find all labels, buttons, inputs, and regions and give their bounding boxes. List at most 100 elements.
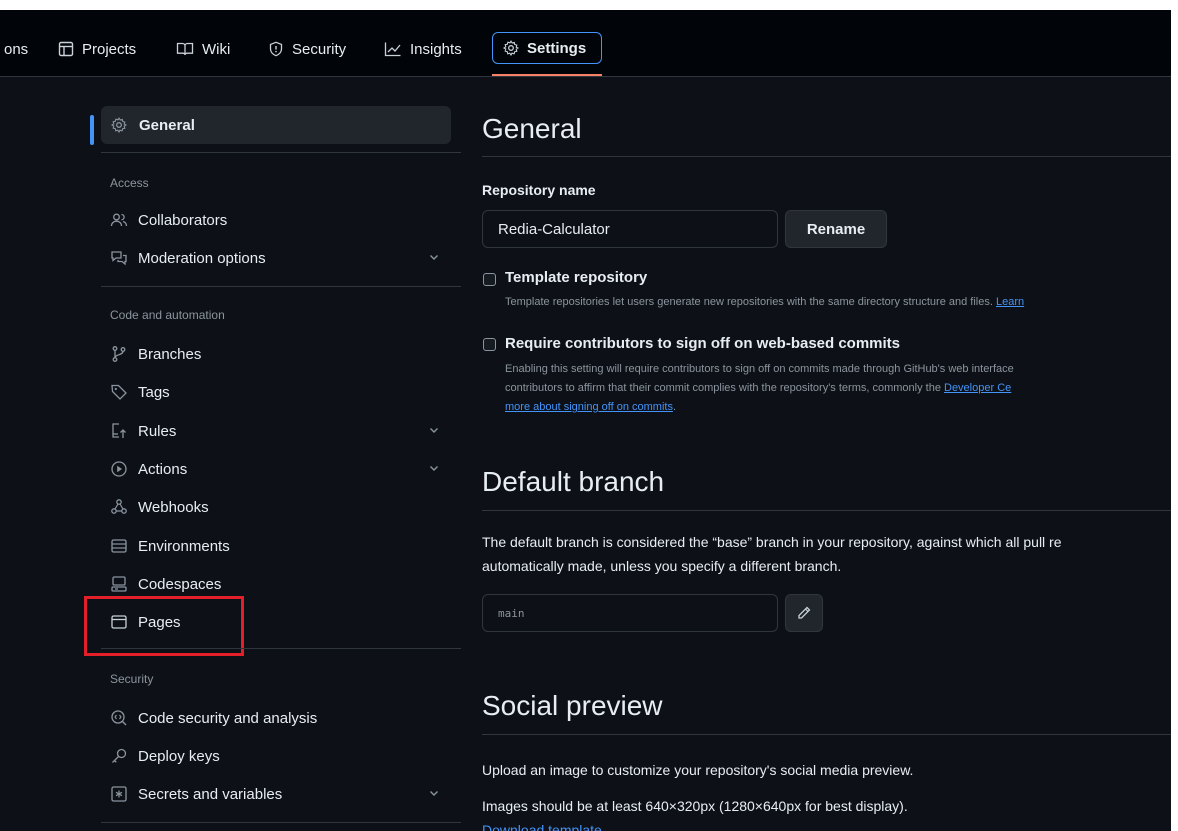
sidebar-item-deploy-keys[interactable]: Deploy keys bbox=[110, 744, 450, 768]
social-preview-size-hint: Images should be at least 640×320px (128… bbox=[482, 798, 908, 814]
tab-insights[interactable]: Insights bbox=[384, 34, 462, 64]
tab-projects[interactable]: Projects bbox=[58, 34, 136, 64]
sidebar-item-branches[interactable]: Branches bbox=[110, 342, 450, 366]
webhook-icon bbox=[111, 499, 127, 514]
signoff-checkbox[interactable] bbox=[483, 338, 496, 351]
sidebar-divider bbox=[101, 286, 461, 287]
signoff-title: Require contributors to sign off on web-… bbox=[505, 335, 901, 352]
tab-settings[interactable]: Settings bbox=[492, 32, 602, 64]
sidebar-item-secrets[interactable]: Secrets and variables bbox=[110, 782, 450, 806]
sidebar-item-label: Environments bbox=[138, 537, 230, 555]
play-icon bbox=[111, 461, 127, 477]
sidebar-item-label: Branches bbox=[138, 345, 202, 363]
table-icon bbox=[58, 41, 74, 57]
chevron-down-icon bbox=[430, 255, 438, 260]
repo-push-icon bbox=[112, 423, 126, 438]
tab-actions-partial[interactable]: ons bbox=[4, 34, 28, 64]
social-preview-title: Social preview bbox=[482, 690, 663, 721]
edit-branch-button[interactable] bbox=[785, 594, 823, 632]
codescan-icon bbox=[111, 710, 127, 726]
comment-discussion-icon bbox=[111, 251, 127, 266]
template-repo-checkbox[interactable] bbox=[483, 273, 496, 286]
repo-name-input[interactable]: Redia-Calculator bbox=[482, 210, 778, 248]
gear-icon bbox=[111, 117, 127, 133]
sidebar-item-code-security[interactable]: Code security and analysis bbox=[110, 706, 450, 730]
sidebar-item-label: Code security and analysis bbox=[138, 709, 318, 727]
active-indicator bbox=[90, 115, 94, 145]
sidebar-item-collaborators[interactable]: Collaborators bbox=[110, 208, 450, 232]
tag-icon bbox=[111, 384, 127, 400]
github-settings-window: ons Projects Wiki Security Insights Sett… bbox=[0, 10, 1171, 831]
branch-name: main bbox=[498, 606, 525, 620]
gear-icon bbox=[503, 40, 519, 56]
signoff-learn-more-link[interactable]: more about signing off on commits bbox=[505, 401, 673, 413]
key-icon bbox=[112, 748, 127, 763]
sidebar-item-environments[interactable]: Environments bbox=[110, 534, 450, 558]
sidebar-item-label: Codespaces bbox=[138, 575, 222, 593]
repo-nav-bar: ons Projects Wiki Security Insights Sett… bbox=[0, 10, 1171, 77]
sidebar-item-moderation[interactable]: Moderation options bbox=[110, 246, 450, 270]
section-divider bbox=[482, 734, 1171, 735]
sidebar-divider bbox=[101, 152, 461, 153]
pages-highlight-box bbox=[84, 596, 244, 656]
tab-label: ons bbox=[4, 40, 29, 58]
signoff-description-line3: more about signing off on commits. bbox=[505, 401, 677, 413]
graph-icon bbox=[384, 42, 401, 57]
sidebar-item-label: Moderation options bbox=[138, 249, 266, 267]
sidebar-item-label: Collaborators bbox=[138, 211, 228, 229]
default-branch-field: main bbox=[482, 594, 778, 632]
template-repo-description: Template repositories let users generate… bbox=[505, 296, 1025, 308]
sidebar-heading-access: Access bbox=[110, 176, 149, 190]
server-icon bbox=[111, 539, 127, 553]
developer-certificate-link[interactable]: Developer Ce bbox=[944, 382, 1011, 394]
sidebar-item-label: Deploy keys bbox=[138, 747, 220, 765]
sidebar-item-label: Secrets and variables bbox=[138, 785, 283, 803]
sidebar-item-label: Rules bbox=[138, 422, 177, 440]
key-asterisk-icon bbox=[111, 786, 127, 802]
social-preview-description: Upload an image to customize your reposi… bbox=[482, 762, 914, 778]
tab-label: Security bbox=[292, 40, 347, 58]
sidebar-item-rules[interactable]: Rules bbox=[110, 419, 450, 443]
chevron-down-icon bbox=[430, 428, 438, 433]
section-divider bbox=[482, 510, 1171, 511]
tab-label: Projects bbox=[82, 40, 137, 58]
signoff-description-line2: contributors to affirm that their commit… bbox=[505, 382, 1012, 394]
rename-button[interactable]: Rename bbox=[785, 210, 887, 248]
book-icon bbox=[176, 42, 194, 56]
download-template-link[interactable]: Download template bbox=[482, 818, 602, 831]
chevron-down-icon bbox=[430, 466, 438, 471]
default-branch-description: The default branch is considered the “ba… bbox=[482, 534, 1062, 574]
tab-label: Insights bbox=[410, 40, 462, 58]
section-divider bbox=[482, 156, 1171, 157]
active-tab-underline bbox=[492, 74, 602, 76]
sidebar-item-webhooks[interactable]: Webhooks bbox=[110, 495, 450, 519]
sidebar-item-label: Webhooks bbox=[138, 498, 209, 516]
sidebar-item-label: Tags bbox=[138, 383, 170, 401]
sidebar-item-codespaces[interactable]: Codespaces bbox=[110, 572, 450, 596]
tab-security[interactable]: Security bbox=[268, 34, 346, 64]
chevron-down-icon bbox=[430, 791, 438, 796]
git-branch-icon bbox=[112, 346, 126, 362]
people-icon bbox=[110, 213, 128, 227]
pencil-icon bbox=[798, 606, 811, 619]
tab-label: Wiki bbox=[202, 40, 231, 58]
sidebar-divider bbox=[101, 648, 461, 649]
repo-name-label: Repository name bbox=[482, 182, 596, 198]
sidebar-heading-security: Security bbox=[110, 672, 154, 686]
tab-label: Settings bbox=[527, 39, 587, 57]
default-branch-title: Default branch bbox=[482, 466, 665, 497]
sidebar-heading-code-automation: Code and automation bbox=[110, 308, 225, 322]
sidebar-item-general[interactable]: General bbox=[101, 106, 451, 144]
codespaces-icon bbox=[111, 576, 127, 592]
sidebar-item-tags[interactable]: Tags bbox=[110, 380, 450, 404]
template-repo-title: Template repository bbox=[505, 269, 648, 286]
learn-more-link[interactable]: Learn bbox=[996, 296, 1024, 308]
shield-icon bbox=[269, 41, 283, 57]
sidebar-item-label: Actions bbox=[138, 460, 188, 478]
sidebar-item-actions[interactable]: Actions bbox=[110, 457, 450, 481]
page-title: General bbox=[482, 113, 582, 144]
tab-wiki[interactable]: Wiki bbox=[176, 34, 230, 64]
signoff-description-line1: Enabling this setting will require contr… bbox=[505, 363, 1014, 375]
sidebar-divider bbox=[101, 822, 461, 823]
sidebar-item-label: General bbox=[139, 116, 195, 134]
